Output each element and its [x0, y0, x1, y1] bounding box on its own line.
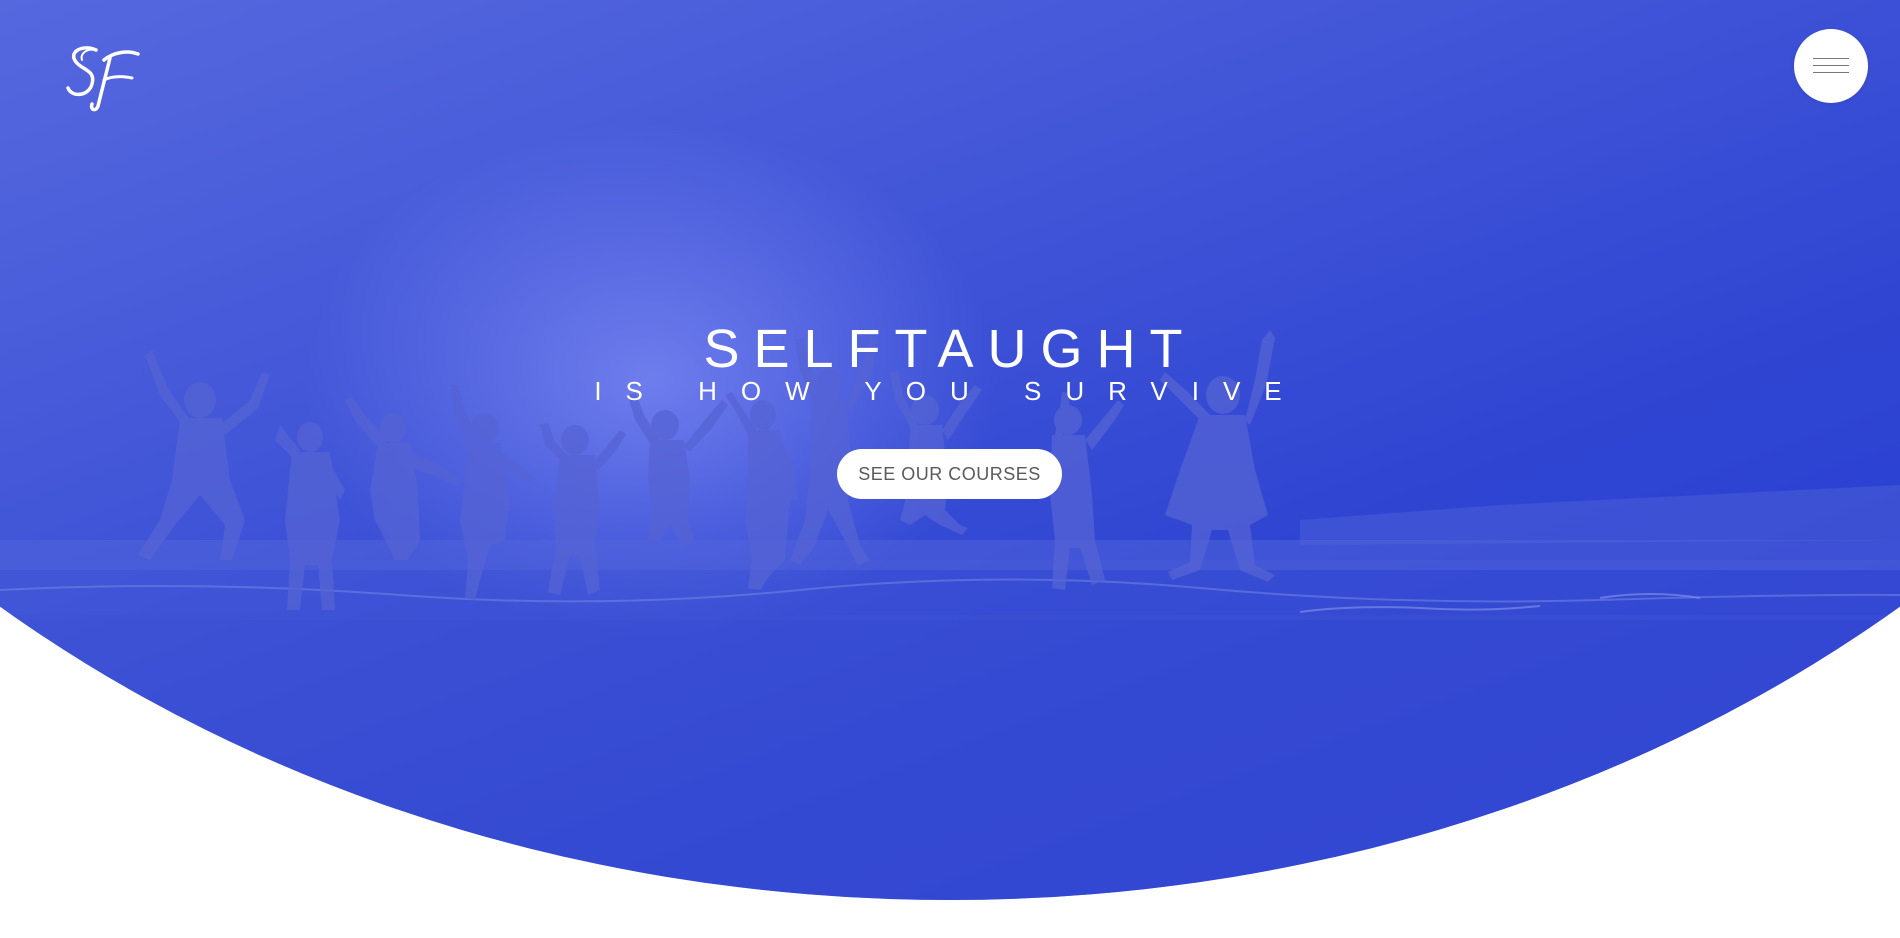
hero-title: SELFTAUGHT	[703, 319, 1197, 379]
hamburger-menu-icon	[1813, 58, 1849, 74]
menu-button[interactable]	[1794, 29, 1868, 103]
hero-section: SELFTAUGHT IS HOW YOU SURVIVE SEE OUR CO…	[0, 0, 1900, 900]
hero-inner: SELFTAUGHT IS HOW YOU SURVIVE SEE OUR CO…	[0, 0, 1900, 900]
hero-subtitle: IS HOW YOU SURVIVE	[594, 376, 1306, 406]
see-our-courses-button[interactable]: SEE OUR COURSES	[837, 449, 1062, 499]
page: SELFTAUGHT IS HOW YOU SURVIVE SEE OUR CO…	[0, 0, 1900, 938]
sf-script-logo-icon[interactable]	[62, 40, 142, 112]
